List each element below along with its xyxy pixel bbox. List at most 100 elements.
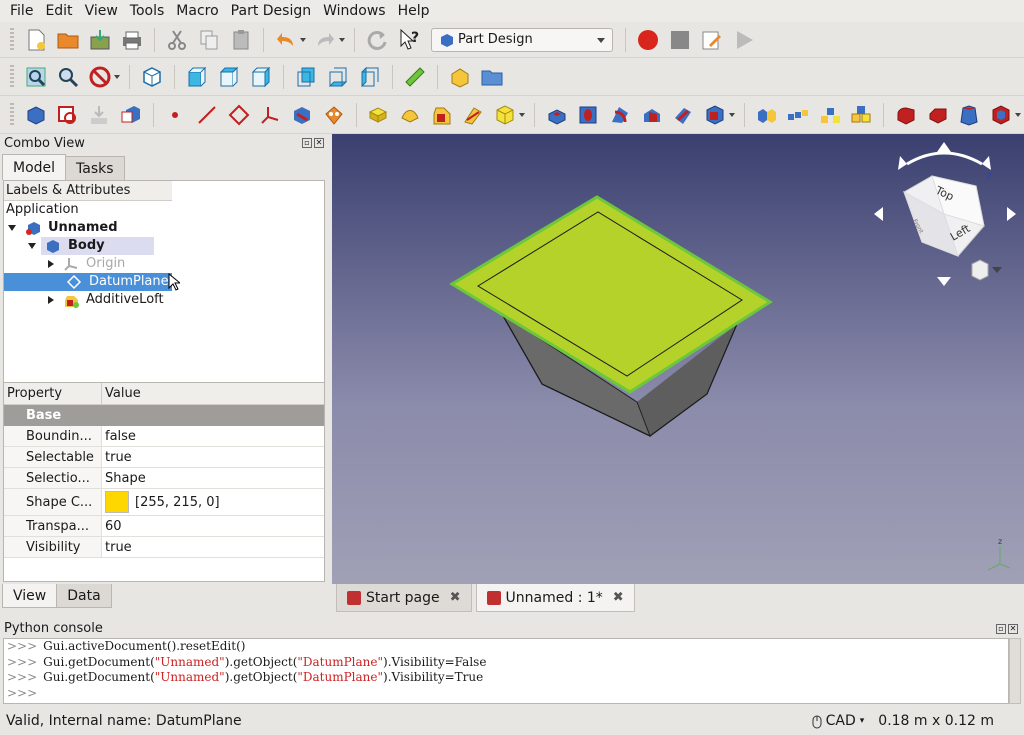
property-value[interactable]: Shape [102, 468, 146, 488]
datum-point-button[interactable] [163, 102, 189, 128]
undo-dropdown-icon[interactable] [300, 37, 306, 42]
pad-button[interactable] [365, 102, 391, 128]
datum-plane-button[interactable] [226, 102, 252, 128]
new-document-button[interactable] [23, 27, 49, 53]
tab-tasks[interactable]: Tasks [65, 156, 125, 180]
workbench-selector[interactable]: Part Design [431, 27, 613, 52]
fit-all-button[interactable] [23, 64, 49, 90]
tree-item-origin[interactable]: Origin [4, 255, 324, 273]
macro-execute-button[interactable] [731, 27, 757, 53]
property-value[interactable]: true [102, 537, 132, 557]
value-column-header[interactable]: Value [102, 383, 141, 404]
property-value[interactable]: [255, 215, 0] [102, 489, 220, 515]
navigation-style-selector[interactable]: CAD ▾ [812, 708, 864, 735]
property-row[interactable]: Visibility true [4, 537, 324, 558]
polar-pattern-button[interactable] [817, 102, 843, 128]
menu-file[interactable]: File [4, 0, 39, 22]
whats-this-button[interactable]: ? [396, 27, 422, 53]
copy-button[interactable] [196, 27, 222, 53]
expand-arrow-icon[interactable] [48, 296, 54, 304]
subtractive-primitive-dropdown-icon[interactable] [728, 112, 735, 117]
datum-plane-shape[interactable] [449, 195, 773, 394]
macro-edit-button[interactable] [699, 27, 725, 53]
arrow-right-icon[interactable] [1007, 207, 1016, 221]
tab-model[interactable]: Model [2, 154, 67, 180]
draw-style-dropdown-icon[interactable] [114, 74, 120, 79]
rotate-left-arrow-icon[interactable] [906, 151, 983, 166]
redo-button[interactable] [312, 27, 338, 53]
right-view-button[interactable] [248, 64, 274, 90]
undo-button[interactable] [273, 27, 299, 53]
view-menu-dropdown-icon[interactable] [992, 267, 1002, 273]
hole-button[interactable] [575, 102, 601, 128]
toolbar-grip[interactable] [10, 102, 14, 127]
menu-tools[interactable]: Tools [124, 0, 171, 22]
measure-distance-button[interactable] [402, 64, 428, 90]
open-button[interactable] [55, 27, 81, 53]
float-panel-icon[interactable]: ▫ [996, 624, 1006, 634]
subtractive-primitive-button[interactable] [702, 102, 728, 128]
datum-line-button[interactable] [194, 102, 220, 128]
front-view-button[interactable] [184, 64, 210, 90]
multi-transform-button[interactable] [849, 102, 875, 128]
property-value[interactable]: 60 [102, 516, 122, 536]
validate-sketch-button[interactable] [86, 102, 112, 128]
console-input-line[interactable]: >>> [7, 686, 1008, 702]
property-row[interactable]: Selectable true [4, 447, 324, 468]
mirrored-button[interactable] [754, 102, 780, 128]
refresh-button[interactable] [364, 27, 390, 53]
menu-edit[interactable]: Edit [39, 0, 78, 22]
view-menu-cube-icon[interactable] [971, 259, 989, 281]
property-value[interactable]: true [102, 447, 132, 467]
console-scrollbar[interactable] [1009, 638, 1021, 704]
left-view-button[interactable] [357, 64, 383, 90]
rear-view-button[interactable] [293, 64, 319, 90]
property-row[interactable]: Boundin... false [4, 426, 324, 447]
toolbar-grip[interactable] [10, 64, 14, 89]
create-body-button[interactable] [23, 102, 49, 128]
tree-item-body[interactable]: Body [4, 237, 324, 255]
tree-item-document[interactable]: Unnamed [4, 219, 324, 237]
bottom-view-button[interactable] [325, 64, 351, 90]
tab-unnamed[interactable]: Unnamed : 1* ✖ [475, 584, 635, 612]
thickness-button[interactable] [988, 102, 1014, 128]
local-coordinate-system-button[interactable] [258, 102, 284, 128]
3d-viewport[interactable]: Top Left Front z z [332, 134, 1024, 584]
property-row[interactable]: Selectio... Shape [4, 468, 324, 489]
property-row[interactable]: Shape C... [255, 215, 0] [4, 489, 324, 516]
arrow-up-icon[interactable] [937, 142, 951, 152]
menu-view[interactable]: View [79, 0, 124, 22]
groove-button[interactable] [607, 102, 633, 128]
menu-macro[interactable]: Macro [170, 0, 224, 22]
property-row[interactable]: Transpa... 60 [4, 516, 324, 537]
create-part-button[interactable] [447, 64, 473, 90]
draft-button[interactable] [957, 102, 983, 128]
save-button[interactable] [87, 27, 113, 53]
revolution-button[interactable] [397, 102, 423, 128]
property-column-header[interactable]: Property [4, 383, 102, 404]
clone-button[interactable] [321, 102, 347, 128]
additive-primitive-dropdown-icon[interactable] [518, 112, 525, 117]
chamfer-button[interactable] [925, 102, 951, 128]
tree-item-additiveloft[interactable]: AdditiveLoft [4, 291, 324, 309]
subtractive-loft-button[interactable] [639, 102, 665, 128]
linear-pattern-button[interactable] [785, 102, 811, 128]
expand-arrow-icon[interactable] [28, 243, 36, 249]
additive-primitive-button[interactable] [492, 102, 518, 128]
close-panel-icon[interactable]: ✕ [314, 138, 324, 148]
close-panel-icon[interactable]: ✕ [1008, 624, 1018, 634]
print-button[interactable] [119, 27, 145, 53]
redo-dropdown-icon[interactable] [339, 37, 345, 42]
color-swatch[interactable] [105, 491, 129, 513]
menu-part-design[interactable]: Part Design [225, 0, 317, 22]
top-view-button[interactable] [216, 64, 242, 90]
cut-button[interactable] [164, 27, 190, 53]
pocket-button[interactable] [544, 102, 570, 128]
toolbar-grip[interactable] [10, 27, 14, 52]
more-tools-dropdown-icon[interactable] [1014, 112, 1021, 117]
isometric-view-button[interactable] [139, 64, 165, 90]
map-sketch-button[interactable] [118, 102, 144, 128]
tab-view[interactable]: View [2, 584, 58, 608]
create-sketch-button[interactable] [55, 102, 81, 128]
expand-arrow-icon[interactable] [48, 260, 54, 268]
